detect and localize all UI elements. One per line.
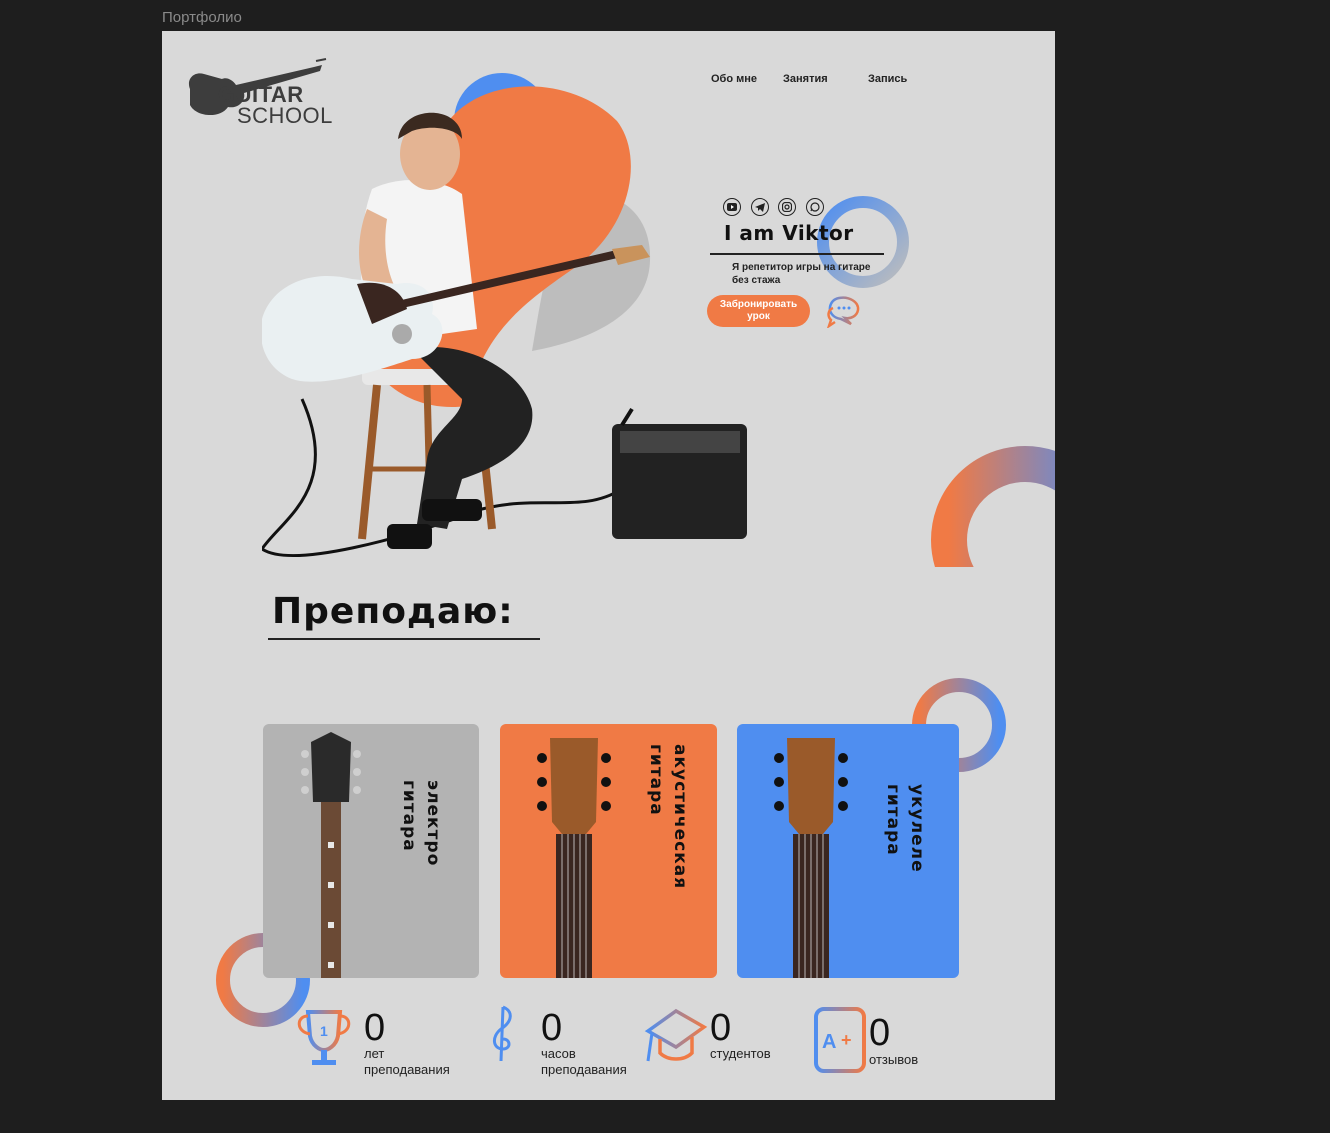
card-electric-line2: гитара [399, 780, 419, 852]
stat-hours-line2: преподавания [541, 1062, 627, 1077]
instagram-icon[interactable] [778, 198, 796, 216]
card-ukulele-line2: гитара [883, 784, 903, 856]
ukulele-headstock-image [774, 738, 848, 978]
telegram-icon[interactable] [751, 198, 769, 216]
svg-text:1: 1 [320, 1023, 328, 1039]
hero-subtitle-line2: без стажа [732, 275, 781, 286]
hero-title-underline [710, 253, 884, 255]
card-ukulele-line1: укулеле [907, 784, 927, 873]
hero-subtitle-line1: Я репетитор игры на гитаре [732, 262, 871, 273]
stat-years-label: лет преподавания [364, 1046, 450, 1078]
card-electric-line1: электро [423, 780, 443, 867]
card-ukulele-label: укулеле гитара [881, 784, 929, 873]
book-lesson-button[interactable]: Забронировать урок [707, 295, 810, 327]
frame-label: Портфолио [162, 9, 242, 26]
whatsapp-icon[interactable] [806, 198, 824, 216]
portfolio-page: GUITAR SCHOOL Обо мне Занятия Запись I a… [162, 31, 1055, 1100]
svg-text:A: A [822, 1031, 836, 1053]
svg-text:+: + [841, 1030, 852, 1050]
teach-title-underline [268, 638, 540, 640]
music-note-icon [471, 1005, 531, 1063]
graduation-cap-icon [644, 1008, 708, 1062]
card-ukulele[interactable]: укулеле гитара [737, 724, 959, 978]
card-electric-label: электро гитара [397, 780, 445, 866]
card-acoustic-label: акустическая гитара [644, 744, 692, 889]
chat-icon[interactable] [825, 294, 861, 328]
stat-years-line2: преподавания [364, 1062, 450, 1077]
stat-years-value: 0 [364, 1007, 386, 1049]
hero-subtitle: Я репетитор игры на гитаре без стажа [732, 261, 902, 287]
hero-guitarist-image [262, 112, 747, 557]
stat-students-value: 0 [710, 1007, 732, 1049]
electric-guitar-headstock-image [301, 732, 361, 978]
stat-years-line1: лет [364, 1046, 385, 1061]
hero-title: I am Viktor [724, 221, 854, 245]
stat-hours-line1: часов [541, 1046, 576, 1061]
trophy-icon: 1 [297, 1010, 351, 1065]
card-acoustic-line2: гитара [646, 744, 666, 816]
nav-lessons[interactable]: Занятия [783, 73, 828, 85]
stat-students-line1: студентов [710, 1046, 771, 1061]
youtube-icon[interactable] [723, 198, 741, 216]
acoustic-guitar-headstock-image [537, 738, 611, 978]
card-acoustic-guitar[interactable]: акустическая гитара [500, 724, 717, 978]
ring-decoration-right [931, 446, 1055, 567]
card-acoustic-line1: акустическая [670, 744, 690, 890]
stat-reviews-value: 0 [869, 1012, 891, 1054]
stat-reviews-label: отзывов [869, 1052, 918, 1068]
card-electric-guitar[interactable]: электро гитара [263, 724, 479, 978]
teach-section-title: Преподаю: [272, 591, 514, 632]
stat-reviews-line1: отзывов [869, 1052, 919, 1067]
stat-students-label: студентов [710, 1046, 771, 1062]
grade-a-plus-icon: A + [814, 1007, 866, 1073]
stat-hours-value: 0 [541, 1007, 563, 1049]
stat-hours-label: часов преподавания [541, 1046, 627, 1078]
nav-signup[interactable]: Запись [868, 73, 907, 85]
